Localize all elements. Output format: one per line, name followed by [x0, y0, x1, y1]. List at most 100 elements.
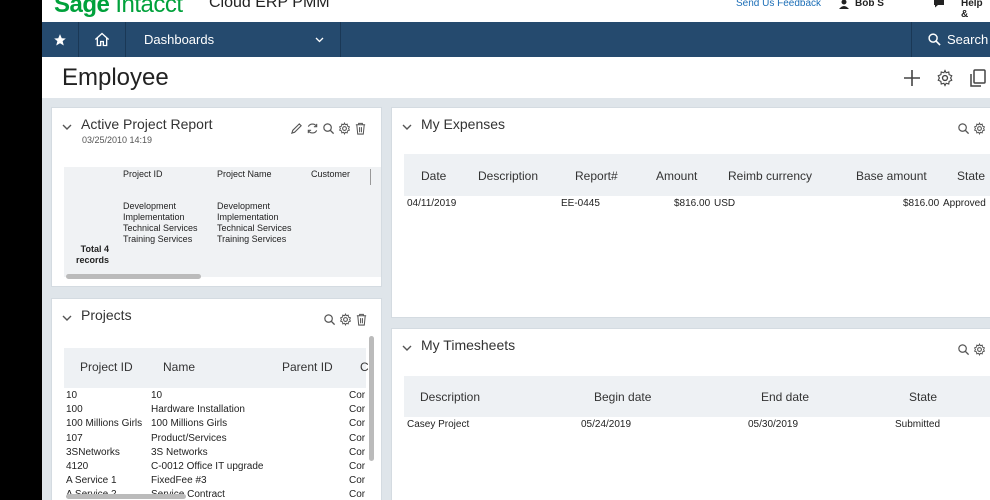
sage-intacct-logo[interactable]: Sage Intacct	[54, 0, 183, 19]
user-icon	[839, 0, 849, 9]
panel-header: My Expenses	[392, 108, 990, 148]
dashboards-label: Dashboards	[144, 32, 215, 47]
refresh-icon[interactable]	[306, 122, 319, 135]
panel-header: Active Project Report 03/25/2010 14:19	[52, 108, 381, 148]
col-header-amount[interactable]: Amount	[656, 169, 697, 183]
top-bar: Sage Intacct Cloud ERP PMM Send Us Feedba…	[42, 0, 990, 22]
table-row[interactable]: 3SNetworks 3S Networks Cor	[66, 446, 366, 460]
col-header-description[interactable]: Description	[478, 169, 538, 183]
panel-tools	[290, 122, 367, 135]
horizontal-scrollbar[interactable]	[66, 274, 201, 279]
report-body: Project ID Project Name Customer Develop…	[64, 167, 381, 277]
list-item: Training Services	[123, 234, 193, 244]
table-row[interactable]: 4120 C-0012 Office IT upgrade Cor	[66, 460, 366, 474]
panel-tools	[957, 343, 986, 356]
favorites-star-icon[interactable]	[42, 22, 79, 57]
settings-gear-icon[interactable]	[338, 122, 351, 135]
expense-date: 04/11/2019	[407, 198, 457, 209]
user-menu[interactable]: Bob S	[839, 0, 884, 9]
expenses-grid-header: Date Description Report# Amount Reimb cu…	[404, 154, 990, 196]
list-item: Development	[123, 201, 177, 211]
total-records: Total 4 records	[64, 244, 109, 266]
logo-secondary: Intacct	[115, 0, 183, 18]
panel-title: My Expenses	[421, 116, 506, 132]
col-header-state[interactable]: State	[957, 169, 985, 183]
table-row[interactable]: 100 Hardware Installation Cor	[66, 403, 366, 417]
timesheets-grid-header: Description Begin date End date State	[404, 376, 990, 417]
search-icon	[928, 33, 941, 46]
help-menu[interactable]: Help &	[961, 0, 990, 20]
expense-currency: USD	[714, 198, 736, 209]
gear-icon[interactable]	[936, 69, 954, 87]
delete-trash-icon[interactable]	[354, 122, 367, 135]
col-header-name[interactable]: Name	[163, 360, 195, 374]
total-label: Total 4	[80, 244, 109, 254]
report-date: 03/25/2010 14:19	[82, 135, 153, 145]
timesheet-begin-date: 05/24/2019	[581, 419, 632, 430]
collapse-chevron-icon[interactable]	[402, 124, 412, 131]
col-header-base-amount[interactable]: Base amount	[856, 169, 927, 183]
home-icon[interactable]	[79, 22, 126, 57]
my-expenses-panel: My Expenses Date Description Report# Amo…	[391, 107, 990, 318]
list-item: Technical Services	[123, 223, 198, 233]
col-header-customer: Customer	[311, 169, 351, 179]
active-project-report-panel: Active Project Report 03/25/2010 14:19 P…	[51, 107, 382, 287]
delete-trash-icon[interactable]	[355, 313, 368, 326]
table-row[interactable]: 107 Product/Services Cor	[66, 432, 366, 446]
list-item: Implementation	[217, 212, 279, 222]
settings-gear-icon[interactable]	[973, 122, 986, 135]
my-timesheets-panel: My Timesheets Description Begin date End…	[391, 328, 990, 500]
list-item: Training Services	[217, 234, 287, 244]
vertical-scrollbar[interactable]	[369, 336, 374, 461]
timesheet-end-date: 05/30/2019	[748, 419, 799, 430]
edit-pencil-icon[interactable]	[290, 122, 303, 135]
projects-panel: Projects Project ID Name Parent ID C 10 1…	[51, 298, 382, 500]
expense-base-amount: $816.00	[903, 198, 940, 209]
search-icon[interactable]	[957, 343, 970, 356]
table-row[interactable]: 04/11/2019 EE-0445 $816.00 USD $816.00 A…	[407, 197, 990, 211]
col-header-project-name: Project Name	[217, 169, 272, 179]
col-header-c[interactable]: C	[360, 360, 369, 374]
add-icon[interactable]	[903, 69, 921, 87]
col-header-description[interactable]: Description	[420, 390, 480, 404]
collapse-chevron-icon[interactable]	[62, 315, 72, 322]
horizontal-scrollbar[interactable]	[66, 494, 186, 499]
table-row[interactable]: 10 10 Cor	[66, 389, 366, 403]
timesheet-state: Submitted	[895, 419, 941, 430]
records-label: records	[75, 255, 109, 265]
table-row[interactable]: A Service 1 FixedFee #3 Cor	[66, 474, 366, 488]
list-item: Technical Services	[217, 223, 292, 233]
search-icon[interactable]	[323, 313, 336, 326]
collapse-chevron-icon[interactable]	[62, 124, 72, 131]
col-header-end-date[interactable]: End date	[761, 390, 809, 404]
timesheet-description: Casey Project	[407, 419, 470, 430]
col-header-state[interactable]: State	[909, 390, 937, 404]
dashboards-menu[interactable]: Dashboards	[126, 22, 341, 57]
col-header-parent-id[interactable]: Parent ID	[282, 360, 333, 374]
panel-title: My Timesheets	[421, 337, 516, 353]
panel-header: My Timesheets	[392, 329, 990, 369]
settings-gear-icon[interactable]	[339, 313, 352, 326]
product-name: Cloud ERP PMM	[209, 0, 330, 11]
col-header-begin-date[interactable]: Begin date	[594, 390, 651, 404]
nav-bar: Dashboards Search	[42, 22, 990, 57]
col-header-report[interactable]: Report#	[575, 169, 618, 183]
table-row[interactable]: Casey Project 05/24/2019 05/30/2019 Subm…	[407, 418, 990, 432]
collapse-chevron-icon[interactable]	[402, 345, 412, 352]
expense-amount: $816.00	[674, 198, 711, 209]
search-button[interactable]: Search	[911, 22, 990, 57]
projects-grid-header: Project ID Name Parent ID C	[64, 348, 369, 388]
col-header-project-id[interactable]: Project ID	[80, 360, 133, 374]
search-icon[interactable]	[957, 122, 970, 135]
copy-icon[interactable]	[970, 69, 986, 87]
table-row[interactable]: 100 Millions Girls 100 Millions Girls Cor	[66, 417, 366, 431]
list-item: Implementation	[123, 212, 185, 222]
project-id-list: Development Implementation Technical Ser…	[123, 201, 198, 245]
search-label: Search	[947, 32, 989, 47]
col-header-date[interactable]: Date	[421, 169, 446, 183]
settings-gear-icon[interactable]	[973, 343, 986, 356]
chat-icon[interactable]	[933, 0, 945, 11]
send-feedback-link[interactable]: Send Us Feedback	[736, 0, 821, 9]
search-icon[interactable]	[322, 122, 335, 135]
col-header-reimb-currency[interactable]: Reimb currency	[728, 169, 812, 183]
